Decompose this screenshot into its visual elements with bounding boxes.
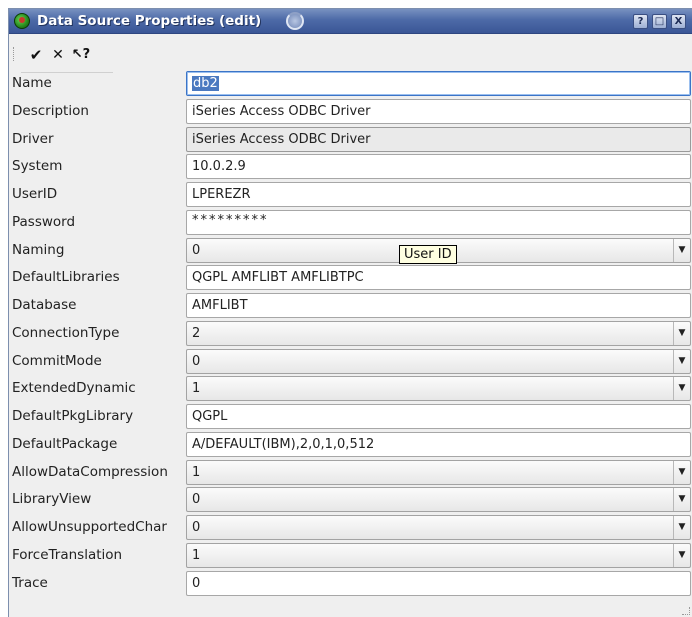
- field-label-driver: Driver: [12, 130, 54, 147]
- chevron-down-icon[interactable]: ▼: [673, 321, 690, 345]
- field-row-libraryview: LibraryView 0 ▼: [9, 487, 692, 514]
- chevron-down-icon[interactable]: ▼: [673, 349, 690, 373]
- cancel-x-icon[interactable]: ✕: [48, 46, 68, 64]
- driver-input: iSeries Access ODBC Driver: [186, 126, 691, 152]
- field-label-forcetranslation: ForceTranslation: [12, 546, 123, 563]
- field-label-system: System: [12, 158, 63, 175]
- defaultpkglibrary-input[interactable]: QGPL: [186, 404, 691, 429]
- forcetranslation-dropdown[interactable]: 1 ▼: [186, 542, 691, 568]
- extendeddynamic-selected-value: 1: [192, 381, 201, 397]
- toolbar-grip[interactable]: [13, 47, 16, 61]
- libraryview-dropdown[interactable]: 0 ▼: [186, 487, 691, 513]
- password-input[interactable]: *********: [186, 209, 691, 235]
- help-button[interactable]: ?: [633, 14, 648, 29]
- field-row-connectiontype: ConnectionType 2 ▼: [9, 320, 692, 348]
- commitmode-selected-value: 0: [192, 353, 201, 369]
- allowdatacompression-dropdown[interactable]: 1 ▼: [186, 459, 691, 485]
- field-label-extendeddynamic: ExtendedDynamic: [12, 380, 136, 397]
- field-label-commitmode: CommitMode: [12, 352, 102, 369]
- database-input[interactable]: AMFLIBT: [186, 293, 691, 318]
- forcetranslation-selected-value: 1: [192, 547, 201, 563]
- trace-value: 0: [192, 575, 201, 591]
- field-label-database: Database: [12, 297, 77, 313]
- field-row-allowunsupportedchar: AllowUnsupportedChar 0 ▼: [9, 515, 692, 542]
- field-row-naming: Naming 0 ▼: [9, 237, 692, 265]
- userid-input[interactable]: LPEREZR: [186, 182, 691, 207]
- app-icon: [14, 13, 30, 29]
- field-row-forcetranslation: ForceTranslation 1 ▼: [9, 542, 692, 570]
- defaultpkglibrary-value: QGPL: [192, 409, 228, 424]
- name-input[interactable]: db2: [186, 71, 691, 96]
- field-label-allowdatacompression: AllowDataCompression: [12, 463, 168, 480]
- allowunsupportedchar-dropdown[interactable]: 0 ▼: [186, 515, 691, 540]
- field-label-libraryview: LibraryView: [12, 491, 92, 508]
- field-row-name: Name db2: [9, 71, 692, 98]
- connectiontype-dropdown[interactable]: 2 ▼: [186, 320, 691, 346]
- defaultlibraries-value: QGPL AMFLIBT AMFLIBTPC: [192, 270, 364, 286]
- field-label-password: Password: [12, 213, 76, 230]
- defaultpackage-input[interactable]: A/DEFAULT(IBM),2,0,1,0,512: [186, 431, 691, 457]
- field-label-connectiontype: ConnectionType: [12, 324, 120, 341]
- field-row-userid: UserID LPEREZR: [9, 182, 692, 209]
- allowdatacompression-selected-value: 1: [192, 464, 201, 480]
- driver-value: iSeries Access ODBC Driver: [192, 131, 371, 147]
- connectiontype-selected-value: 2: [192, 325, 201, 341]
- chevron-down-icon[interactable]: ▼: [673, 516, 690, 539]
- chevron-down-icon[interactable]: ▼: [673, 377, 690, 401]
- commitmode-dropdown[interactable]: 0 ▼: [186, 348, 691, 374]
- field-row-defaultlibraries: DefaultLibraries QGPL AMFLIBT AMFLIBTPC: [9, 265, 692, 292]
- libraryview-selected-value: 0: [192, 492, 201, 508]
- title-bar[interactable]: Data Source Properties (edit) ? □ X: [9, 9, 692, 34]
- field-label-trace: Trace: [12, 574, 48, 591]
- field-label-userid: UserID: [12, 186, 58, 202]
- system-input[interactable]: 10.0.2.9: [186, 154, 691, 180]
- defaultlibraries-input[interactable]: QGPL AMFLIBT AMFLIBTPC: [186, 265, 691, 291]
- busy-spinner-icon: [286, 12, 304, 30]
- field-row-password: Password *********: [9, 209, 692, 237]
- field-row-commitmode: CommitMode 0 ▼: [9, 348, 692, 376]
- description-value: iSeries Access ODBC Driver: [192, 103, 371, 119]
- field-row-database: Database AMFLIBT: [9, 293, 692, 320]
- field-label-defaultlibraries: DefaultLibraries: [12, 269, 120, 286]
- field-row-driver: Driver iSeries Access ODBC Driver: [9, 126, 692, 154]
- whats-this-help-icon[interactable]: ↖?: [68, 46, 94, 64]
- toolbar: ✔ ✕ ↖?: [9, 35, 692, 73]
- close-button[interactable]: X: [671, 14, 686, 29]
- chevron-down-icon[interactable]: ▼: [673, 238, 690, 262]
- window-title: Data Source Properties (edit): [37, 13, 262, 29]
- chevron-down-icon[interactable]: ▼: [673, 460, 690, 484]
- field-label-defaultpkglibrary: DefaultPkgLibrary: [12, 408, 134, 424]
- defaultpackage-value: A/DEFAULT(IBM),2,0,1,0,512: [192, 436, 375, 452]
- database-value: AMFLIBT: [192, 298, 248, 313]
- field-row-trace: Trace 0: [9, 570, 692, 598]
- chevron-down-icon[interactable]: ▼: [673, 543, 690, 567]
- field-row-description: Description iSeries Access ODBC Driver: [9, 98, 692, 126]
- resize-grip[interactable]: [682, 607, 690, 615]
- allowunsupportedchar-selected-value: 0: [192, 520, 201, 535]
- chevron-down-icon[interactable]: ▼: [673, 488, 690, 512]
- field-label-defaultpackage: DefaultPackage: [12, 435, 118, 452]
- description-input[interactable]: iSeries Access ODBC Driver: [186, 98, 691, 124]
- naming-selected-value: 0: [192, 242, 201, 258]
- name-value: db2: [192, 76, 219, 91]
- maximize-button[interactable]: □: [652, 14, 667, 29]
- password-value: *********: [192, 212, 269, 228]
- field-row-defaultpkglibrary: DefaultPkgLibrary QGPL: [9, 404, 692, 431]
- system-value: 10.0.2.9: [192, 159, 246, 175]
- apply-check-icon[interactable]: ✔: [26, 46, 46, 64]
- trace-input[interactable]: 0: [186, 570, 691, 596]
- field-row-defaultpackage: DefaultPackage A/DEFAULT(IBM),2,0,1,0,512: [9, 431, 692, 459]
- extendeddynamic-dropdown[interactable]: 1 ▼: [186, 376, 691, 402]
- userid-value: LPEREZR: [192, 187, 251, 202]
- field-row-system: System 10.0.2.9: [9, 154, 692, 181]
- field-row-extendeddynamic: ExtendedDynamic 1 ▼: [9, 376, 692, 403]
- userid-tooltip: User ID: [399, 245, 457, 264]
- field-label-name: Name: [12, 75, 52, 91]
- field-label-allowunsupportedchar: AllowUnsupportedChar: [12, 519, 167, 535]
- field-row-allowdatacompression: AllowDataCompression 1 ▼: [9, 459, 692, 487]
- data-source-properties-dialog: Data Source Properties (edit) ? □ X ✔ ✕ …: [8, 8, 692, 617]
- field-label-description: Description: [12, 102, 89, 119]
- field-label-naming: Naming: [12, 241, 65, 258]
